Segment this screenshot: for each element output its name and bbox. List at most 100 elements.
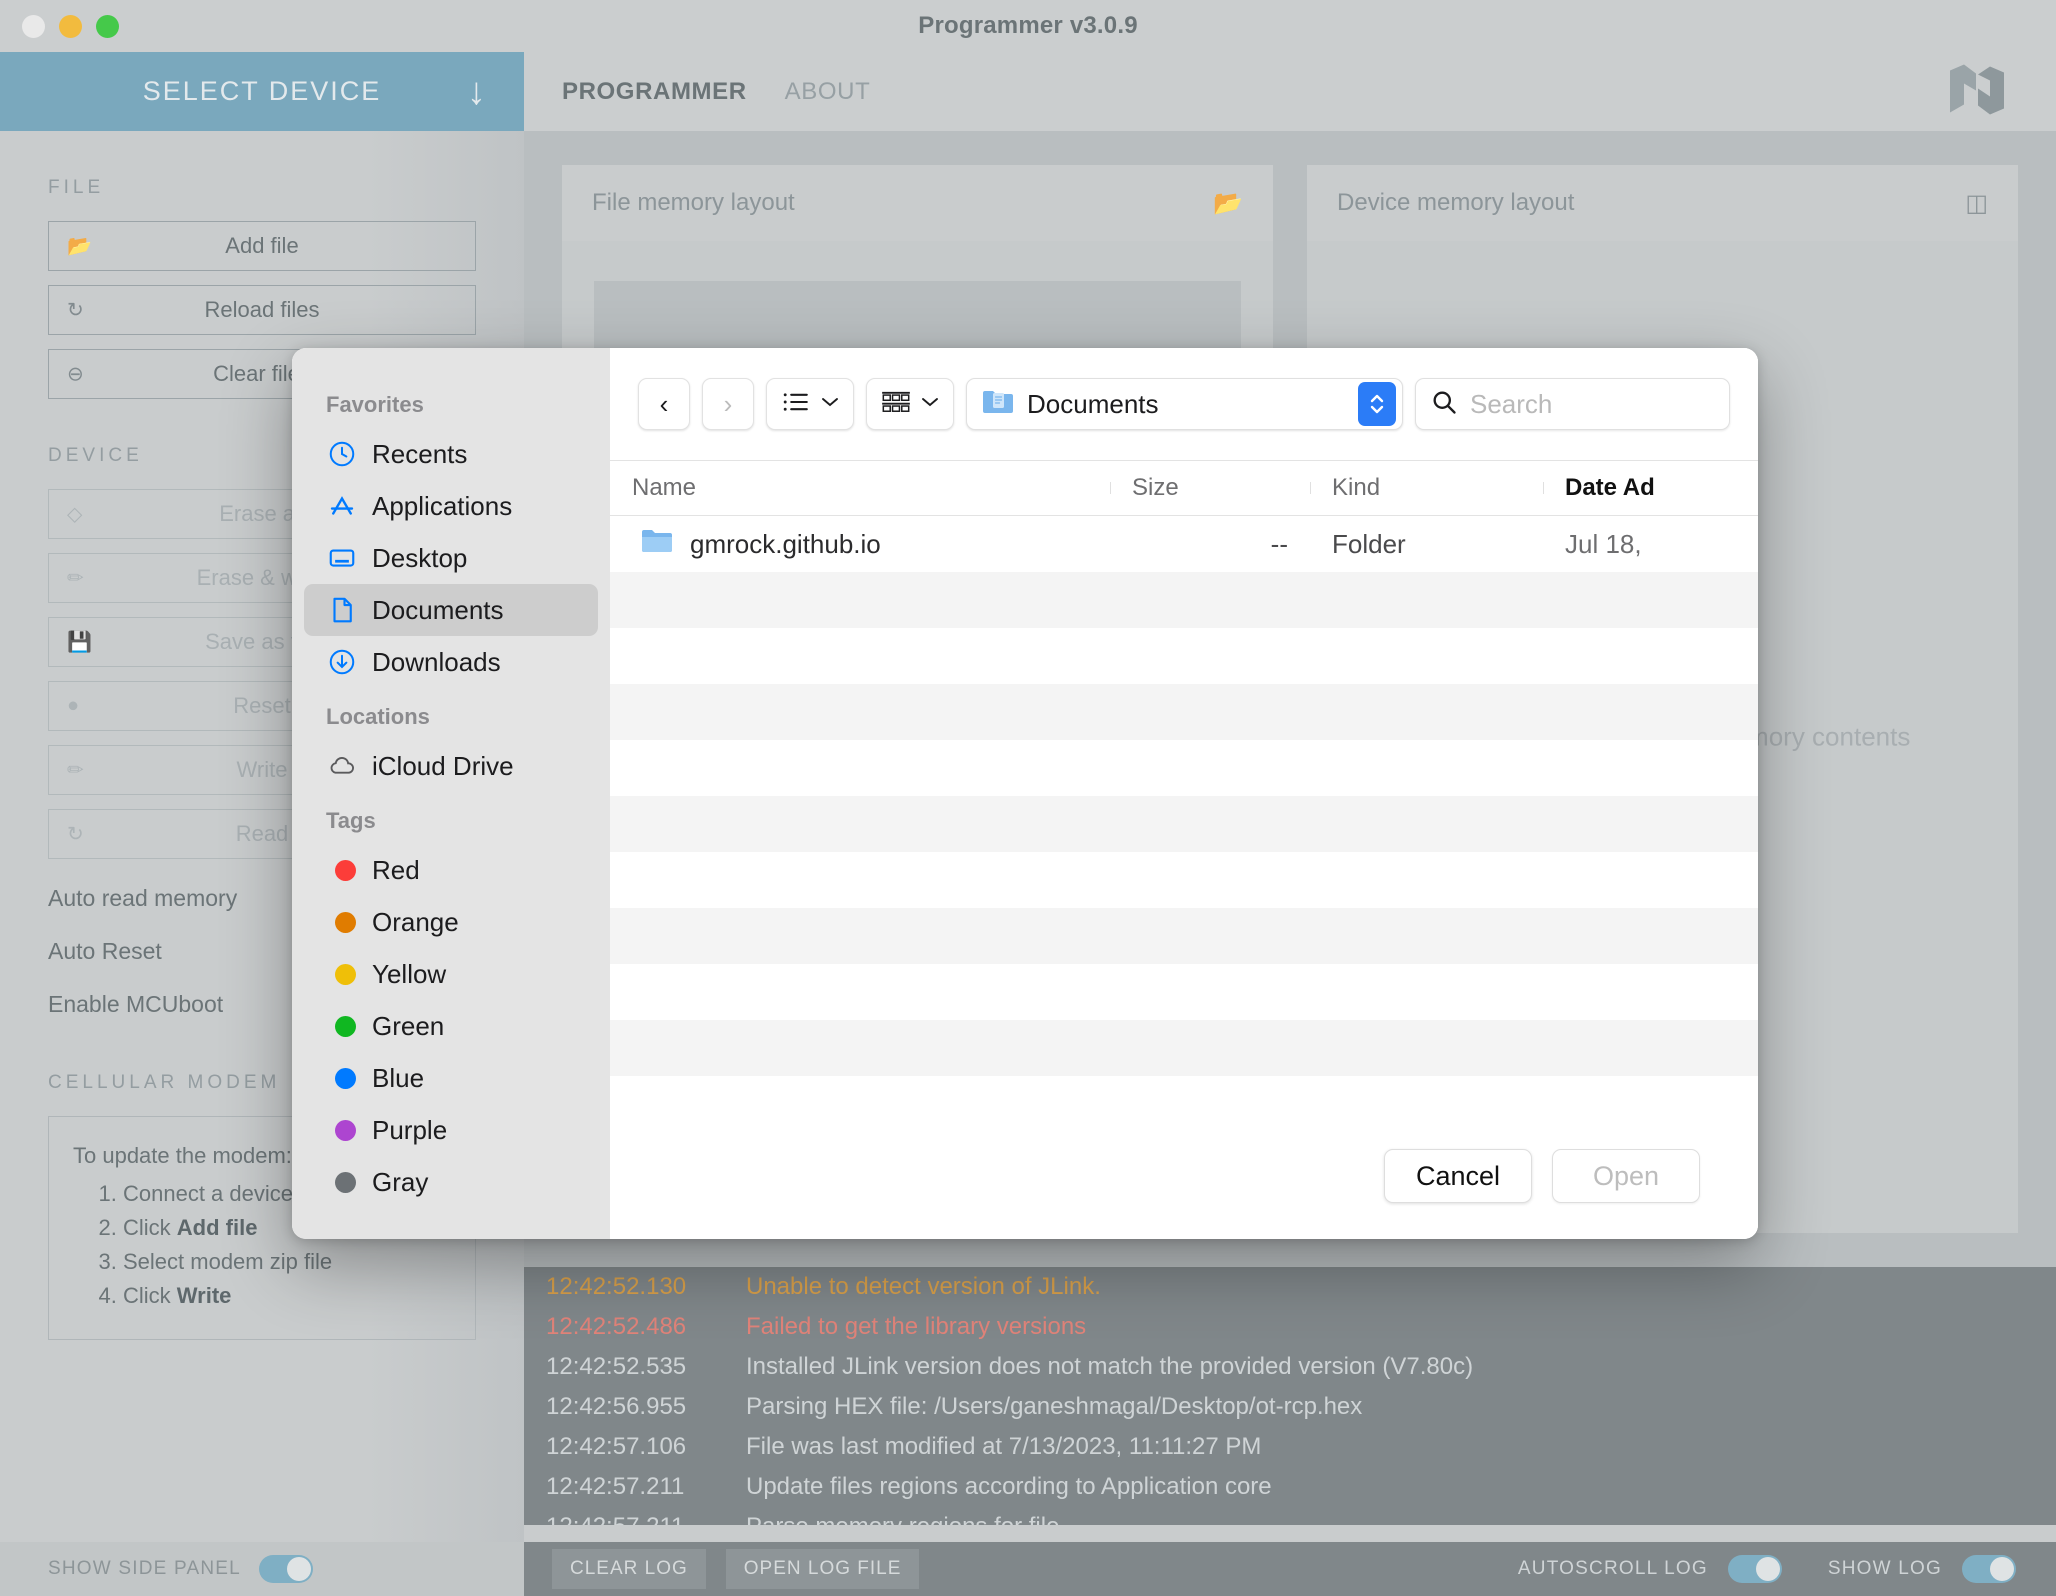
show-side-panel-label: SHOW SIDE PANEL [48, 1558, 241, 1579]
bottom-bar-left: SHOW SIDE PANEL [0, 1542, 524, 1596]
empty-row [610, 964, 1758, 1020]
chevron-down-icon [921, 395, 939, 413]
row-kind-cell: Folder [1332, 528, 1406, 559]
row-name-cell: gmrock.github.io [610, 527, 1110, 562]
enable-mcuboot-label: Enable MCUboot [48, 991, 224, 1017]
sidebar-item-documents[interactable]: Documents [304, 584, 598, 636]
select-device-button[interactable]: SELECT DEVICE ↓ [0, 52, 524, 131]
column-header-kind[interactable]: Kind [1310, 474, 1543, 502]
file-dialog-toolbar: ‹ › Documents Search [610, 348, 1758, 460]
path-dropdown[interactable]: Documents [966, 378, 1403, 430]
sidebar-item-label: Recents [372, 438, 468, 469]
sidebar-tag-red[interactable]: Red [304, 844, 598, 896]
sidebar-item-label: iCloud Drive [372, 750, 514, 781]
favorites-group-title: Favorites [326, 392, 424, 417]
sidebar-item-desktop[interactable]: Desktop [304, 532, 598, 584]
file-memory-layout-header: File memory layout 📂 [562, 165, 1273, 241]
pencil-icon: ✏ [67, 567, 84, 590]
log-area[interactable]: 12:42:52.130 Unable to detect version of … [524, 1267, 2056, 1525]
forward-button[interactable]: › [702, 378, 754, 430]
modem-step-4: Click Write [123, 1279, 451, 1313]
column-header-size[interactable]: Size [1110, 474, 1310, 502]
sidebar-item-label: Downloads [372, 646, 501, 677]
minus-circle-icon: ⊖ [67, 363, 84, 386]
toggle-knob [1755, 1557, 1780, 1581]
open-log-file-button[interactable]: OPEN LOG FILE [725, 1549, 920, 1589]
log-line: 12:42:57.211Parse memory regions for fil… [546, 1507, 2056, 1525]
folder-open-icon[interactable]: 📂 [1213, 189, 1243, 218]
sidebar-item-applications[interactable]: Applications [304, 480, 598, 532]
file-open-dialog: Favorites Recents Applications Desktop D… [292, 348, 1758, 1239]
show-side-panel-toggle[interactable] [258, 1555, 313, 1583]
column-header-date-added[interactable]: Date Ad [1543, 474, 1758, 502]
sidebar-item-label: Blue [372, 1062, 425, 1093]
file-list[interactable]: gmrock.github.io -- Folder Jul 18, [610, 516, 1758, 1113]
sidebar-item-label: Orange [372, 906, 459, 937]
sidebar-item-label: Purple [372, 1114, 448, 1145]
tag-dot-icon [326, 1114, 358, 1146]
show-log-label: SHOW LOG [1827, 1558, 1942, 1579]
app-window: Programmer v3.0.9 SELECT DEVICE ↓ PROGRA… [0, 0, 2056, 1596]
sidebar-tag-orange[interactable]: Orange [304, 896, 598, 948]
file-dialog-footer: Cancel Open [610, 1113, 1758, 1239]
sidebar-item-downloads[interactable]: Downloads [304, 636, 598, 688]
sidebar-tag-blue[interactable]: Blue [304, 1052, 598, 1104]
device-memory-layout-header: Device memory layout ◫ [1307, 165, 2018, 241]
sidebar-tag-green[interactable]: Green [304, 1000, 598, 1052]
sidebar-tag-purple[interactable]: Purple [304, 1104, 598, 1156]
add-file-button[interactable]: 📂 Add file [48, 221, 476, 271]
nordic-logo-icon [1946, 60, 2008, 123]
open-button[interactable]: Open [1552, 1149, 1700, 1203]
log-line: 12:42:52.486 Failed to get the library ve… [546, 1313, 1087, 1340]
autoscroll-log-toggle[interactable] [1727, 1555, 1782, 1583]
tab-about[interactable]: ABOUT [785, 78, 871, 106]
auto-read-memory-label: Auto read memory [48, 885, 238, 911]
sidebar-item-recents[interactable]: Recents [304, 428, 598, 480]
sidebar-item-label: Gray [372, 1166, 429, 1197]
back-button[interactable]: ‹ [638, 378, 690, 430]
sidebar-tag-gray[interactable]: Gray [304, 1156, 598, 1208]
tag-dot-icon [326, 1062, 358, 1094]
row-name-text: gmrock.github.io [690, 528, 881, 559]
table-row[interactable]: gmrock.github.io -- Folder Jul 18, [610, 516, 1758, 572]
read-label: Read [235, 821, 289, 846]
tag-dot-icon [326, 1010, 358, 1042]
reload-files-button[interactable]: ↻ Reload files [48, 285, 476, 335]
tab-programmer[interactable]: PROGRAMMER [562, 78, 747, 106]
file-section-title: FILE [48, 177, 105, 198]
path-stepper-icon[interactable] [1358, 382, 1396, 426]
chip-icon[interactable]: ◫ [1965, 189, 1988, 218]
sidebar-item-icloud-drive[interactable]: iCloud Drive [304, 740, 598, 792]
sidebar-item-label: Documents [372, 594, 504, 625]
log-line: 12:42:52.130 Unable to detect version of … [546, 1273, 1101, 1300]
folder-open-icon: 📂 [67, 235, 92, 258]
list-view-icon [781, 390, 811, 419]
file-memory-layout-title: File memory layout [592, 189, 795, 216]
view-list-button[interactable] [766, 378, 854, 430]
cancel-button[interactable]: Cancel [1384, 1149, 1532, 1203]
column-header-name[interactable]: Name [610, 474, 1110, 502]
eraser-icon: ◇ [67, 503, 83, 526]
device-memory-layout-title: Device memory layout [1337, 189, 1575, 216]
log-line: 12:42:57.211 Update files regions accordi… [546, 1473, 1272, 1500]
circle-icon: ● [67, 694, 80, 717]
row-size-cell: -- [1270, 528, 1288, 559]
file-dialog-sidebar: Favorites Recents Applications Desktop D… [292, 348, 610, 1239]
search-field[interactable]: Search [1415, 378, 1730, 430]
locations-group-title: Locations [326, 704, 430, 729]
sidebar-tag-yellow[interactable]: Yellow [304, 948, 598, 1000]
clear-log-button[interactable]: CLEAR LOG [552, 1549, 706, 1589]
sidebar-item-label: Green [372, 1010, 445, 1041]
tag-dot-icon [326, 854, 358, 886]
show-log-toggle[interactable] [1962, 1555, 2016, 1583]
empty-row [610, 572, 1758, 628]
view-group-button[interactable] [866, 378, 954, 430]
toggle-knob [1990, 1557, 2014, 1581]
app-title: Programmer v3.0.9 [918, 12, 1138, 39]
title-bar: Programmer v3.0.9 [0, 0, 2056, 52]
desktop-icon [326, 542, 358, 574]
tag-dot-icon [326, 958, 358, 990]
chevron-down-icon [821, 395, 839, 413]
arrow-down-icon: ↓ [467, 70, 486, 113]
empty-row [610, 628, 1758, 684]
